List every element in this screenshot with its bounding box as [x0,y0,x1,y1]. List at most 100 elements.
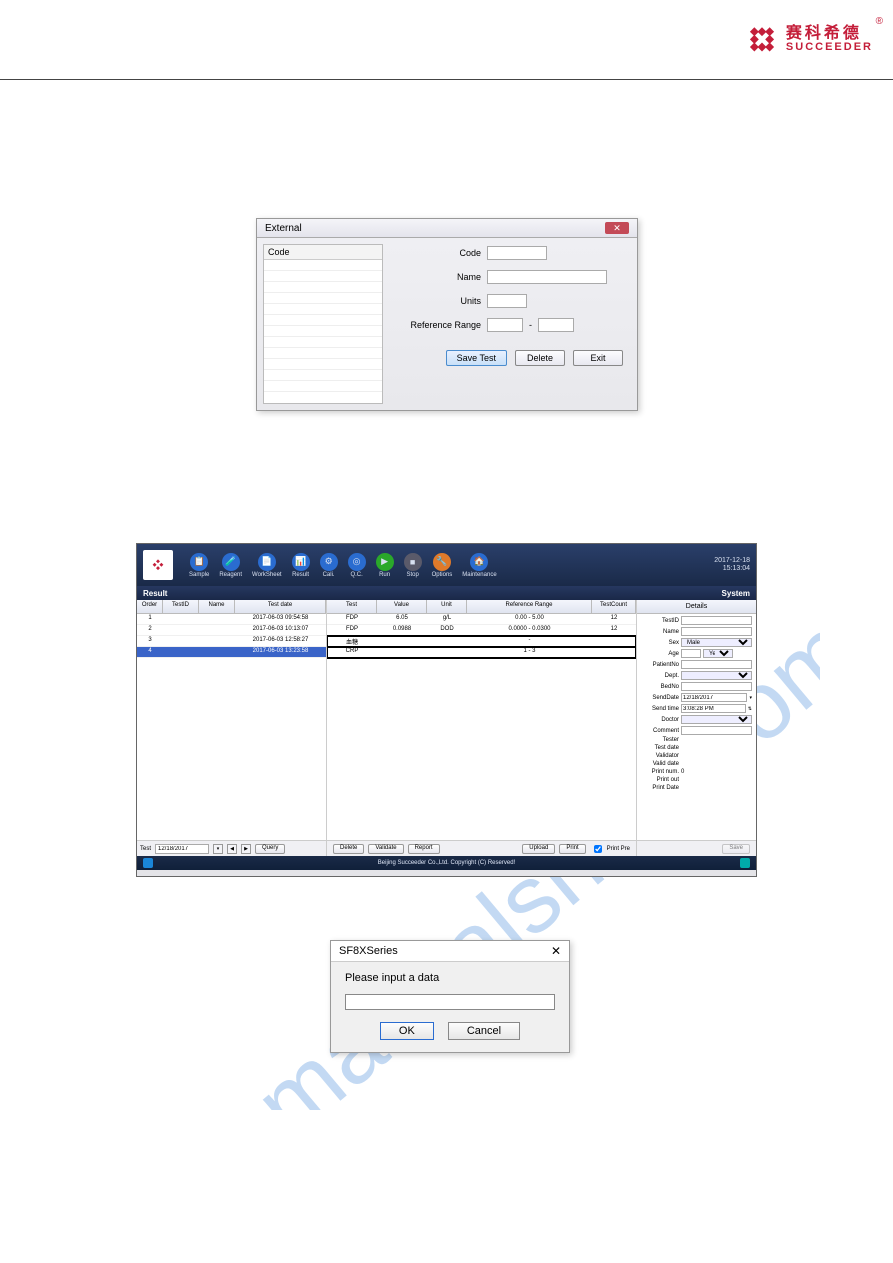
status-right-icon [740,858,750,868]
samples-header: Order TestID Name Test date [137,600,326,614]
toolbar-clock: 2017-12-18 15:13:04 [714,557,750,574]
maintenance-icon: 🏠 [470,553,488,571]
test-row[interactable]: FDP0.0988DOD0.0000 - 0.030012 [327,625,636,636]
hdr-unit[interactable]: Unit [427,600,467,613]
toolbar-item-stop[interactable]: ■Stop [404,553,422,578]
cancel-button[interactable]: Cancel [448,1022,520,1040]
toolbar-item-result[interactable]: 📊Result [292,553,310,578]
ok-button[interactable]: OK [380,1022,434,1040]
toolbar-item-qc[interactable]: ◎Q.C. [348,553,366,578]
refrange-low-input[interactable] [487,318,523,332]
test-row[interactable]: CRP1 - 3 [327,647,636,658]
input-dialog-title: SF8XSeries [339,945,398,957]
validate-button[interactable]: Validate [368,844,403,854]
det-printnum-value: 0 [681,769,752,775]
sample-row[interactable]: 42017-06-03 13:23:58 [137,647,326,658]
date-dropdown-icon[interactable]: ▾ [213,844,223,854]
query-button[interactable]: Query [255,844,285,854]
print-pre-checkbox[interactable]: Print Pre [590,842,630,856]
tests-footer: Delete Validate Report Upload Print Prin… [327,840,636,856]
hdr-name[interactable]: Name [199,600,235,613]
cali.-icon: ⚙ [320,553,338,571]
footer-test-label: Test [140,846,151,852]
det-dept-select[interactable] [681,671,752,680]
spinner-icon[interactable]: ⇅ [748,706,752,712]
hdr-refrange[interactable]: Reference Range [467,600,592,613]
hdr-value[interactable]: Value [377,600,427,613]
subheader-right[interactable]: System [722,589,750,598]
toolbar-item-maintenance[interactable]: 🏠Maintenance [462,553,496,578]
toolbar-item-worksheet[interactable]: 📄WorkSheet [252,553,282,578]
details-header: Details [637,600,756,614]
code-list[interactable]: Code [263,244,383,404]
det-sex-select[interactable]: Male [681,638,752,647]
footer-date-input[interactable] [155,844,209,854]
tests-panel: Test Value Unit Reference Range TestCoun… [327,600,636,856]
det-senddate-input[interactable] [681,693,747,702]
upload-button[interactable]: Upload [522,844,555,854]
code-input[interactable] [487,246,547,260]
det-age-unit-select[interactable]: Year [703,649,733,658]
det-bedno-input[interactable] [681,682,752,691]
det-validdate-label: Valid date [641,761,679,767]
test-row[interactable]: 血糖- [327,636,636,647]
save-test-button[interactable]: Save Test [446,350,507,366]
det-doctor-select[interactable] [681,715,752,724]
delete-button[interactable]: Delete [515,350,565,366]
calendar-icon[interactable]: ▾ [749,695,752,701]
det-patientno-input[interactable] [681,660,752,669]
det-age-input[interactable] [681,649,701,658]
det-printnum-label: Print num. [641,769,679,775]
hdr-testdate[interactable]: Test date [235,600,326,613]
toolbar-item-run[interactable]: ▶Run [376,553,394,578]
units-input[interactable] [487,294,527,308]
det-name-input[interactable] [681,627,752,636]
run-icon: ▶ [376,553,394,571]
delete-test-button[interactable]: Delete [333,844,364,854]
page-header: 赛科希德 SUCCEEDER ® [0,0,893,80]
sample-icon: 📋 [190,553,208,571]
app-window: 📋Sample🧪Reagent📄WorkSheet📊Result⚙Cali.◎Q… [136,543,757,877]
hdr-order[interactable]: Order [137,600,163,613]
registered-mark: ® [876,16,883,27]
hdr-testcount[interactable]: TestCount [592,600,636,613]
test-row[interactable]: FDP6.05g/L0.00 - 5.0012 [327,614,636,625]
toolbar-item-label: Maintenance [462,572,496,578]
save-details-button[interactable]: Save [722,844,750,854]
det-tester-label: Tester [641,737,679,743]
close-icon[interactable]: ✕ [605,222,629,234]
hdr-testid[interactable]: TestID [163,600,199,613]
sample-row[interactable]: 32017-06-03 12:58:27 [137,636,326,647]
det-comment-input[interactable] [681,726,752,735]
input-dialog-field[interactable] [345,994,555,1010]
toolbar-item-sample[interactable]: 📋Sample [189,553,209,578]
toolbar-item-label: Stop [406,572,418,578]
hdr-test[interactable]: Test [327,600,377,613]
toolbar-item-reagent[interactable]: 🧪Reagent [219,553,242,578]
report-button[interactable]: Report [408,844,440,854]
close-icon[interactable]: ✕ [551,944,561,958]
details-panel: Details TestID Name SexMale AgeYear Pati… [636,600,756,856]
logo-english: SUCCEEDER [786,42,873,53]
next-icon[interactable]: ▶ [241,844,251,854]
toolbar-item-options[interactable]: 🔧Options [432,553,453,578]
sample-row[interactable]: 22017-06-03 10:13:07 [137,625,326,636]
refrange-high-input[interactable] [538,318,574,332]
det-dept-label: Dept. [641,673,679,679]
det-sendtime-input[interactable] [681,704,746,713]
exit-button[interactable]: Exit [573,350,623,366]
status-text: Beijing Succeeder Co.,Ltd. Copyright (C)… [378,860,515,866]
det-age-label: Age [641,651,679,657]
prev-icon[interactable]: ◀ [227,844,237,854]
det-testid-input[interactable] [681,616,752,625]
print-button[interactable]: Print [559,844,585,854]
det-sendtime-label: Send time [641,706,679,712]
name-input[interactable] [487,270,607,284]
toolbar-item-cali[interactable]: ⚙Cali. [320,553,338,578]
toolbar-item-label: Result [292,572,309,578]
stop-icon: ■ [404,553,422,571]
status-bar: Beijing Succeeder Co.,Ltd. Copyright (C)… [137,856,756,870]
sample-row[interactable]: 12017-06-03 09:54:58 [137,614,326,625]
result-icon: 📊 [292,553,310,571]
q.c.-icon: ◎ [348,553,366,571]
